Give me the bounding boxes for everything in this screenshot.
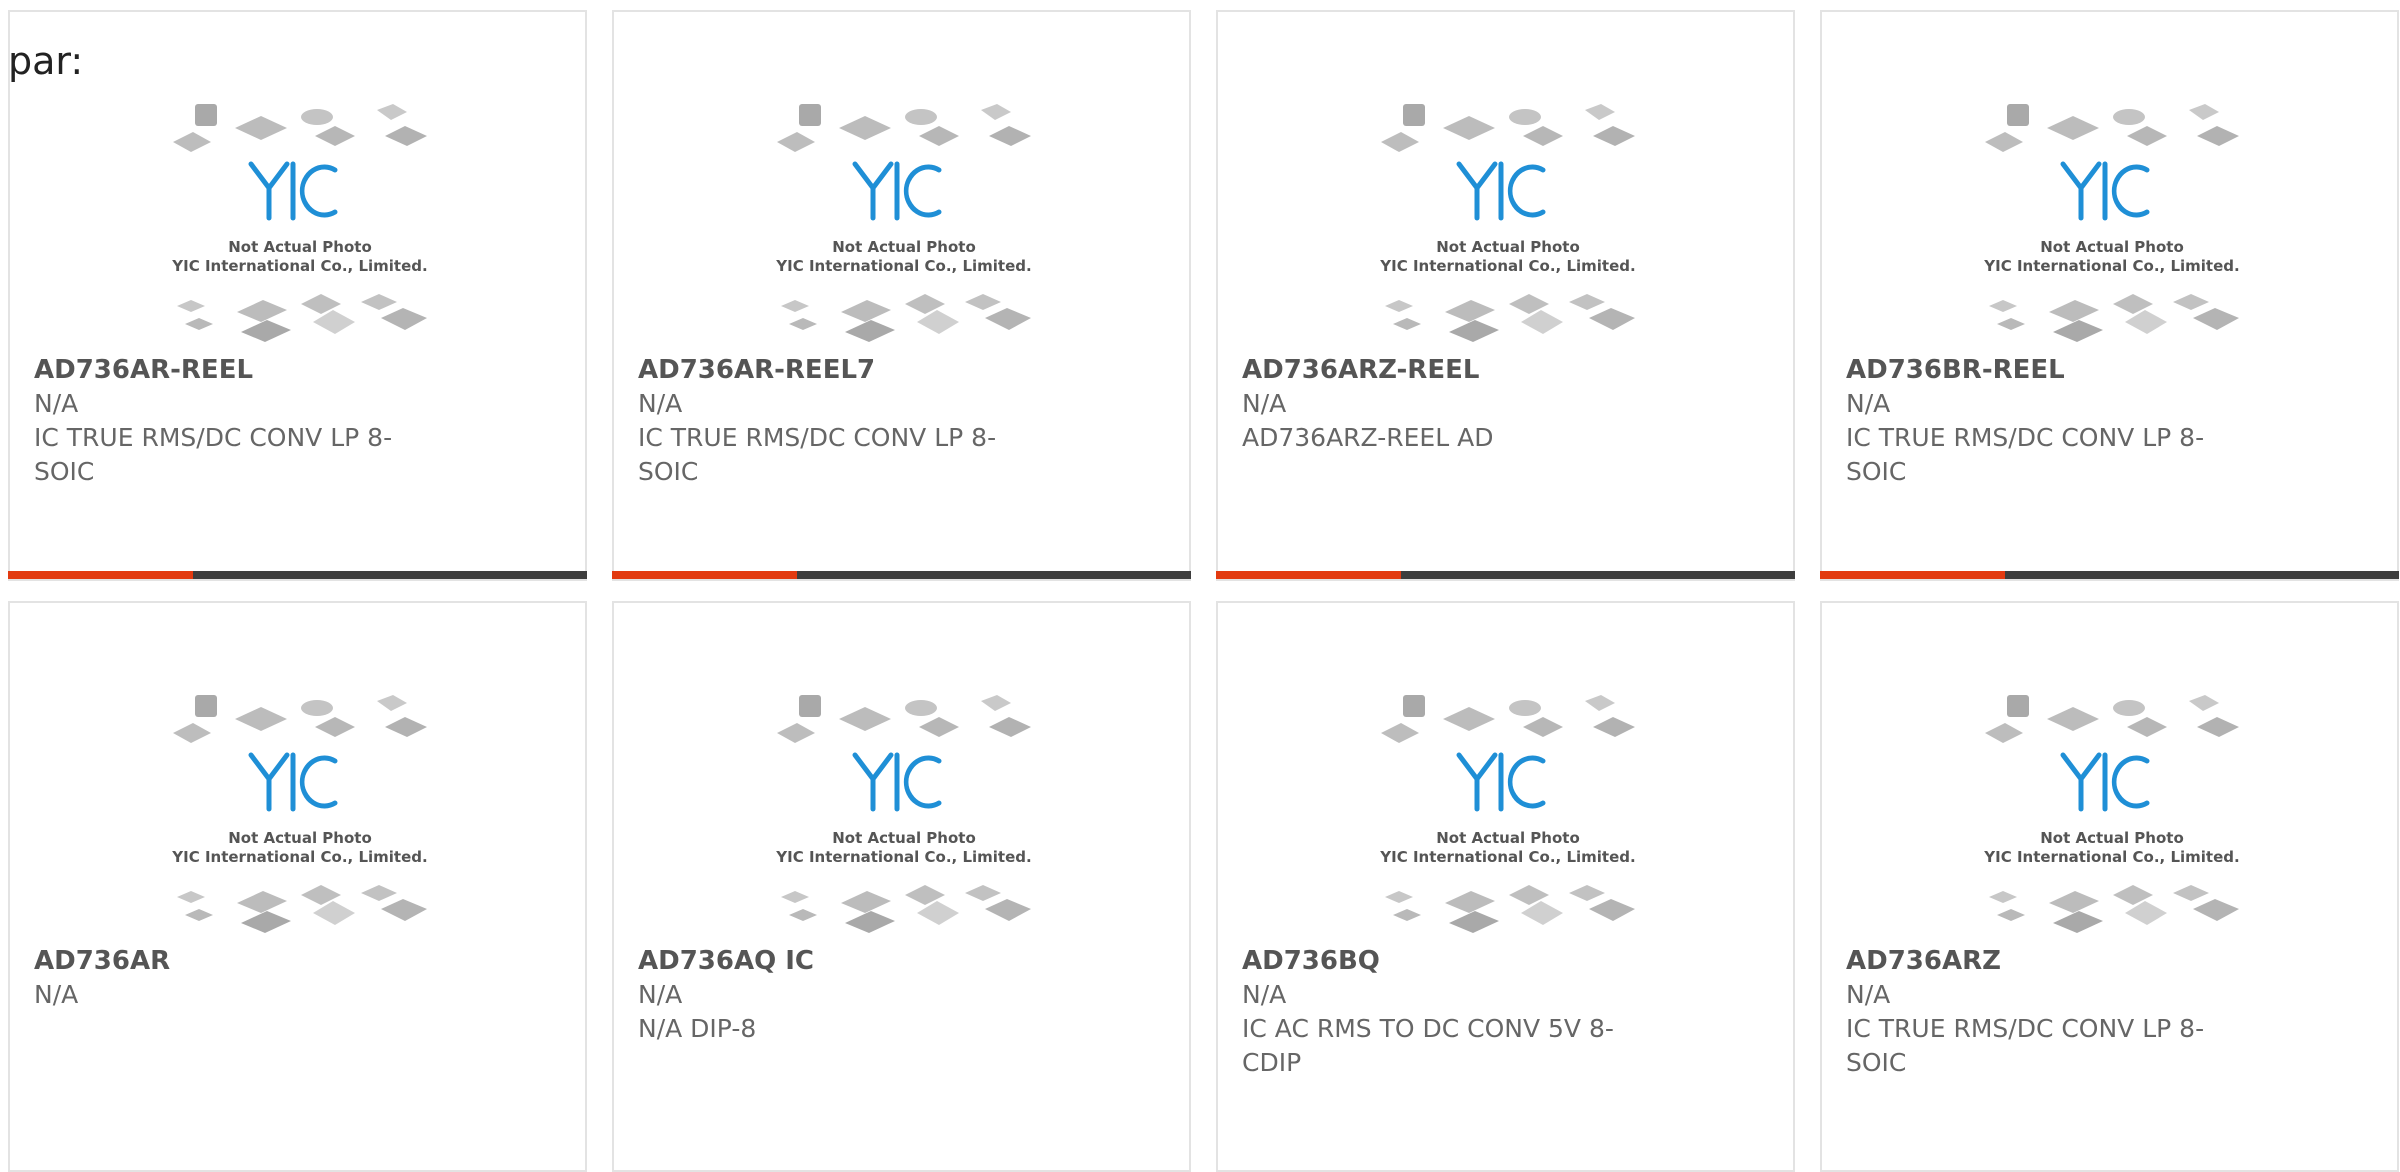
product-thumbnail-image[interactable]: Not Actual Photo YIC International Co., … — [1977, 691, 2247, 946]
product-thumbnail-image[interactable]: Not Actual Photo YIC International Co., … — [1977, 100, 2247, 355]
thumbnail-company: YIC International Co., Limited. — [171, 257, 427, 275]
product-name-link[interactable]: AD736ARZ-REEL — [1242, 353, 1479, 387]
thumbnail-company: YIC International Co., Limited. — [1379, 257, 1635, 275]
product-card[interactable]: Not Actual Photo YIC International Co., … — [8, 601, 587, 1172]
product-card[interactable]: Not Actual Photo YIC International Co., … — [1216, 10, 1795, 581]
chip-cluster-bottom-icon — [1385, 294, 1635, 342]
product-thumbnail-image[interactable]: Not Actual Photo YIC International Co., … — [769, 691, 1039, 946]
product-grid: Not Actual Photo YIC International Co., … — [8, 10, 2399, 1172]
yic-logo — [248, 752, 338, 812]
product-manufacturer: N/A — [1846, 389, 1891, 418]
product-description: IC AC RMS TO DC CONV 5V 8-CDIP — [1242, 1014, 1614, 1077]
thumbnail-caption: Not Actual Photo — [228, 238, 372, 256]
product-card[interactable]: Not Actual Photo YIC International Co., … — [612, 601, 1191, 1172]
product-manufacturer: N/A — [1242, 980, 1287, 1009]
product-manufacturer: N/A — [638, 980, 683, 1009]
chip-cluster-bottom-icon — [781, 885, 1031, 933]
card-accent-bar — [8, 571, 587, 579]
chip-cluster-top-icon — [173, 695, 427, 743]
product-card[interactable]: Not Actual Photo YIC International Co., … — [612, 10, 1191, 581]
product-manufacturer: N/A — [34, 389, 79, 418]
product-name-link[interactable]: AD736AR-REEL — [34, 353, 253, 387]
thumbnail-company: YIC International Co., Limited. — [1379, 848, 1635, 866]
yic-logo — [248, 161, 338, 221]
chip-cluster-bottom-icon — [177, 294, 427, 342]
thumbnail-company: YIC International Co., Limited. — [775, 257, 1031, 275]
thumbnail-caption: Not Actual Photo — [1436, 829, 1580, 847]
card-accent-bar-highlight — [8, 571, 194, 579]
yic-logo — [852, 752, 942, 812]
product-card[interactable]: Not Actual Photo YIC International Co., … — [1820, 10, 2399, 581]
card-accent-bar-highlight — [612, 571, 798, 579]
card-accent-bar — [612, 571, 1191, 579]
yic-logo — [852, 161, 942, 221]
product-thumbnail-image[interactable]: Not Actual Photo YIC International Co., … — [165, 691, 435, 946]
thumbnail-caption: Not Actual Photo — [2040, 829, 2184, 847]
yic-logo — [1456, 752, 1546, 812]
chip-cluster-top-icon — [1985, 695, 2239, 743]
chip-cluster-top-icon — [1985, 104, 2239, 152]
product-manufacturer: N/A — [1242, 389, 1287, 418]
product-description: IC TRUE RMS/DC CONV LP 8-SOIC — [34, 423, 393, 486]
card-accent-bar-highlight — [1820, 571, 2006, 579]
card-accent-bar-highlight — [1216, 571, 1402, 579]
yic-logo — [2060, 752, 2150, 812]
product-card[interactable]: Not Actual Photo YIC International Co., … — [1820, 601, 2399, 1172]
chip-cluster-top-icon — [777, 695, 1031, 743]
product-name-link[interactable]: AD736BR-REEL — [1846, 353, 2065, 387]
thumbnail-company: YIC International Co., Limited. — [1983, 257, 2239, 275]
product-description: IC TRUE RMS/DC CONV LP 8-SOIC — [1846, 1014, 2205, 1077]
thumbnail-company: YIC International Co., Limited. — [171, 848, 427, 866]
chip-cluster-bottom-icon — [781, 294, 1031, 342]
product-description: AD736ARZ-REEL AD — [1242, 423, 1494, 452]
product-card[interactable]: Not Actual Photo YIC International Co., … — [1216, 601, 1795, 1172]
product-manufacturer: N/A — [34, 980, 79, 1009]
thumbnail-company: YIC International Co., Limited. — [775, 848, 1031, 866]
thumbnail-caption: Not Actual Photo — [2040, 238, 2184, 256]
product-description: N/A DIP-8 — [638, 1014, 757, 1043]
thumbnail-caption: Not Actual Photo — [1436, 238, 1580, 256]
product-thumbnail-image[interactable]: Not Actual Photo YIC International Co., … — [769, 100, 1039, 355]
product-name-link[interactable]: AD736BQ — [1242, 944, 1380, 978]
product-description: IC TRUE RMS/DC CONV LP 8-SOIC — [638, 423, 997, 486]
thumbnail-caption: Not Actual Photo — [832, 829, 976, 847]
page-label: par: — [8, 39, 84, 83]
product-name-link[interactable]: AD736AR — [34, 944, 170, 978]
chip-cluster-top-icon — [1381, 104, 1635, 152]
chip-cluster-top-icon — [1381, 695, 1635, 743]
product-manufacturer: N/A — [1846, 980, 1891, 1009]
product-thumbnail-image[interactable]: Not Actual Photo YIC International Co., … — [165, 100, 435, 355]
product-thumbnail-image[interactable]: Not Actual Photo YIC International Co., … — [1373, 691, 1643, 946]
thumbnail-caption: Not Actual Photo — [832, 238, 976, 256]
chip-cluster-bottom-icon — [177, 885, 427, 933]
thumbnail-caption: Not Actual Photo — [228, 829, 372, 847]
product-card[interactable]: Not Actual Photo YIC International Co., … — [8, 10, 587, 581]
card-accent-bar — [1820, 571, 2399, 579]
product-thumbnail-image[interactable]: Not Actual Photo YIC International Co., … — [1373, 100, 1643, 355]
chip-cluster-bottom-icon — [1385, 885, 1635, 933]
yic-logo — [1456, 161, 1546, 221]
chip-cluster-bottom-icon — [1989, 885, 2239, 933]
product-manufacturer: N/A — [638, 389, 683, 418]
thumbnail-company: YIC International Co., Limited. — [1983, 848, 2239, 866]
product-name-link[interactable]: AD736ARZ — [1846, 944, 2001, 978]
product-description: IC TRUE RMS/DC CONV LP 8-SOIC — [1846, 423, 2205, 486]
chip-cluster-top-icon — [777, 104, 1031, 152]
chip-cluster-bottom-icon — [1989, 294, 2239, 342]
product-name-link[interactable]: AD736AQ IC — [638, 944, 814, 978]
card-accent-bar — [1216, 571, 1795, 579]
yic-logo — [2060, 161, 2150, 221]
chip-cluster-top-icon — [173, 104, 427, 152]
product-name-link[interactable]: AD736AR-REEL7 — [638, 353, 875, 387]
